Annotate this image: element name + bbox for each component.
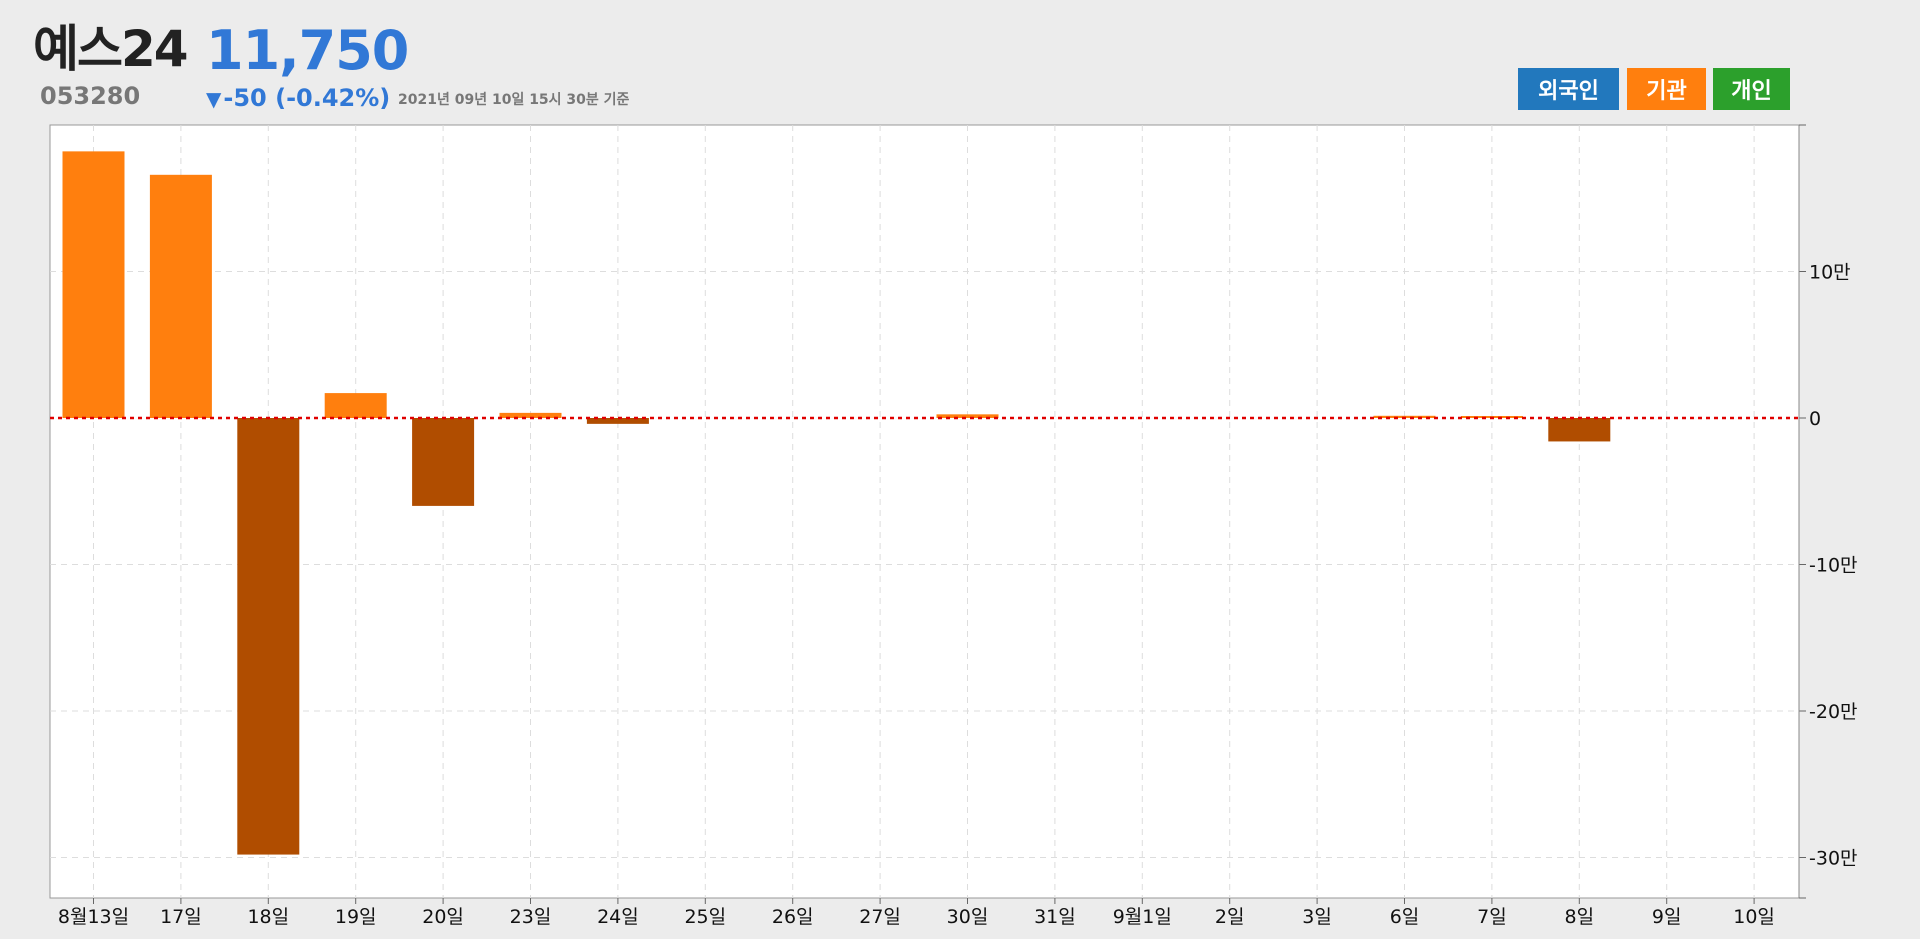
x-tick-label: 27일 [859,906,901,928]
bar-17일[interactable] [149,174,212,418]
bar-19일[interactable] [324,393,387,418]
bar-8월13일[interactable] [62,151,125,418]
x-tick-label: 8일 [1565,906,1595,928]
x-tick-label: 20일 [422,906,464,928]
y-tick-label: -20만 [1809,701,1858,723]
bar-8일[interactable] [1548,418,1611,442]
x-tick-label: 3일 [1302,906,1332,928]
y-tick-label: -30만 [1809,848,1858,870]
plot-area [49,124,1800,899]
y-tick-label: -10만 [1809,555,1858,577]
x-tick-label: 18일 [247,906,289,928]
y-tick-label: 0 [1809,408,1821,430]
x-tick-label: 8월13일 [58,906,129,928]
x-tick-label: 9일 [1652,906,1682,928]
x-tick-label: 2일 [1215,906,1245,928]
x-tick-label: 6일 [1390,906,1420,928]
x-tick-label: 9월1일 [1113,906,1172,928]
x-tick-label: 25일 [684,906,726,928]
x-tick-label: 17일 [160,906,202,928]
bar-chart: 10만 0 -10만 -20만 -30만 8월13일 17일 18일 19일 20일 23일 24일 2… [49,124,1858,928]
x-tick-label: 7일 [1477,906,1507,928]
bar-18일[interactable] [237,418,300,855]
x-tick-label: 24일 [597,906,639,928]
x-tick-label: 10일 [1733,906,1775,928]
x-tick-label: 26일 [772,906,814,928]
x-tick-label: 31일 [1034,906,1076,928]
y-tick-label: 10만 [1809,262,1851,284]
x-tick-label: 19일 [335,906,377,928]
x-tick-label: 23일 [510,906,552,928]
x-tick-label: 30일 [947,906,989,928]
bar-20일[interactable] [412,418,475,506]
